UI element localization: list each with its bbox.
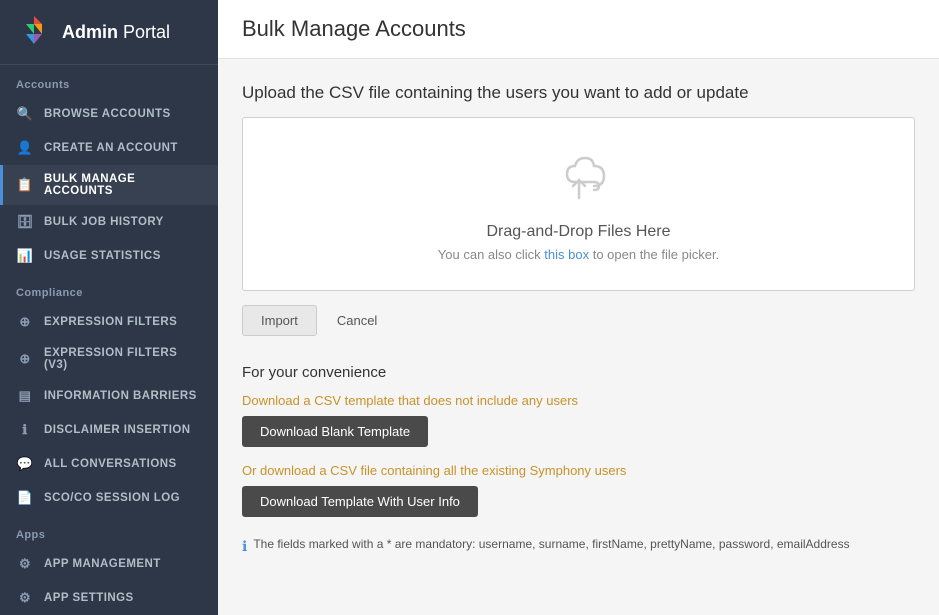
sidebar-item-app-settings[interactable]: ⚙ APP SETTINGS	[0, 581, 218, 615]
sidebar-item-information-barriers[interactable]: ▤ INFORMATION BARRIERS	[0, 379, 218, 413]
sidebar-item-disclaimer-insertion[interactable]: ℹ DISCLAIMER INSERTION	[0, 413, 218, 447]
disclaimer-icon: ℹ	[16, 421, 34, 439]
drop-zone-title: Drag-and-Drop Files Here	[486, 223, 670, 241]
sidebar-item-app-management[interactable]: ⚙ APP MANAGEMENT	[0, 547, 218, 581]
page-title: Bulk Manage Accounts	[242, 16, 915, 42]
sidebar-item-label: BULK MANAGE ACCOUNTS	[44, 173, 202, 197]
sidebar-item-label: CREATE AN ACCOUNT	[44, 142, 178, 154]
convenience-title: For your convenience	[242, 364, 915, 381]
list-icon: 📋	[16, 176, 34, 194]
sidebar-item-all-conversations[interactable]: 💬 ALL CONVERSATIONS	[0, 447, 218, 481]
accounts-section-label: Accounts	[0, 65, 218, 97]
upload-label: Upload the CSV file containing the users…	[242, 83, 915, 103]
cancel-button[interactable]: Cancel	[327, 305, 387, 336]
mandatory-note-text: The fields marked with a * are mandatory…	[253, 537, 849, 551]
logo-brand: Admin	[62, 22, 118, 42]
user-icon: 👤	[16, 139, 34, 157]
apps-section-label: Apps	[0, 515, 218, 547]
app-logo-icon	[16, 14, 52, 50]
sidebar-logo: Admin Portal	[0, 0, 218, 65]
sidebar-item-label: APP MANAGEMENT	[44, 558, 161, 570]
sidebar-item-label: SCO/CO SESSION LOG	[44, 492, 180, 504]
drop-sub-suffix: to open the file picker.	[589, 247, 719, 262]
sidebar-item-usage-statistics[interactable]: 📊 USAGE STATISTICS	[0, 239, 218, 273]
app-management-icon: ⚙	[16, 555, 34, 573]
chart-icon: 📊	[16, 247, 34, 265]
sidebar-item-label: INFORMATION BARRIERS	[44, 390, 197, 402]
sidebar-item-label: ALL CONVERSATIONS	[44, 458, 177, 470]
mandatory-note: ℹ The fields marked with a * are mandato…	[242, 537, 915, 555]
session-log-icon: 📄	[16, 489, 34, 507]
sidebar-item-expression-filters-v3[interactable]: ⊕ EXPRESSION FILTERS (V3)	[0, 339, 218, 379]
filter-icon: ⊕	[16, 313, 34, 331]
filter-v3-icon: ⊕	[16, 350, 34, 368]
import-button[interactable]: Import	[242, 305, 317, 336]
compliance-section-label: Compliance	[0, 273, 218, 305]
sidebar-item-label: BULK JOB HISTORY	[44, 216, 164, 228]
sidebar-item-label: APP SETTINGS	[44, 592, 134, 604]
sidebar-item-create-account[interactable]: 👤 CREATE AN ACCOUNT	[0, 131, 218, 165]
drop-sub-prefix: You can also click	[438, 247, 544, 262]
page-content: Upload the CSV file containing the users…	[218, 59, 939, 615]
page-header: Bulk Manage Accounts	[218, 0, 939, 59]
logo-text: Admin Portal	[62, 22, 170, 43]
action-buttons: Import Cancel	[242, 305, 915, 336]
sidebar-item-bulk-job-history[interactable]: 🗄 BULK JOB HISTORY	[0, 205, 218, 239]
conversations-icon: 💬	[16, 455, 34, 473]
drop-zone-link[interactable]: this box	[544, 247, 589, 262]
sidebar-item-sco-co-session-log[interactable]: 📄 SCO/CO SESSION LOG	[0, 481, 218, 515]
sidebar-item-label: BROWSE ACCOUNTS	[44, 108, 171, 120]
sidebar-item-label: DISCLAIMER INSERTION	[44, 424, 191, 436]
search-icon: 🔍	[16, 105, 34, 123]
sidebar-item-bulk-manage[interactable]: 📋 BULK MANAGE ACCOUNTS	[0, 165, 218, 205]
info-icon: ℹ	[242, 538, 247, 555]
convenience-section: For your convenience Download a CSV temp…	[242, 364, 915, 555]
app-settings-icon: ⚙	[16, 589, 34, 607]
download-template-with-user-info-button[interactable]: Download Template With User Info	[242, 486, 478, 517]
cloud-upload-icon	[549, 154, 609, 213]
logo-portal: Portal	[123, 22, 170, 42]
download-blank-template-button[interactable]: Download Blank Template	[242, 416, 428, 447]
barriers-icon: ▤	[16, 387, 34, 405]
sidebar-item-label: EXPRESSION FILTERS	[44, 316, 177, 328]
archive-icon: 🗄	[16, 213, 34, 231]
user-info-desc: Or download a CSV file containing all th…	[242, 463, 915, 478]
sidebar-item-label: EXPRESSION FILTERS (V3)	[44, 347, 202, 371]
main-content: Bulk Manage Accounts Upload the CSV file…	[218, 0, 939, 615]
sidebar-item-label: USAGE STATISTICS	[44, 250, 161, 262]
sidebar-item-browse-accounts[interactable]: 🔍 BROWSE ACCOUNTS	[0, 97, 218, 131]
drop-zone-subtitle: You can also click this box to open the …	[438, 247, 719, 262]
drop-zone[interactable]: Drag-and-Drop Files Here You can also cl…	[242, 117, 915, 291]
blank-template-desc: Download a CSV template that does not in…	[242, 393, 915, 408]
sidebar: Admin Portal Accounts 🔍 BROWSE ACCOUNTS …	[0, 0, 218, 615]
sidebar-item-expression-filters[interactable]: ⊕ EXPRESSION FILTERS	[0, 305, 218, 339]
